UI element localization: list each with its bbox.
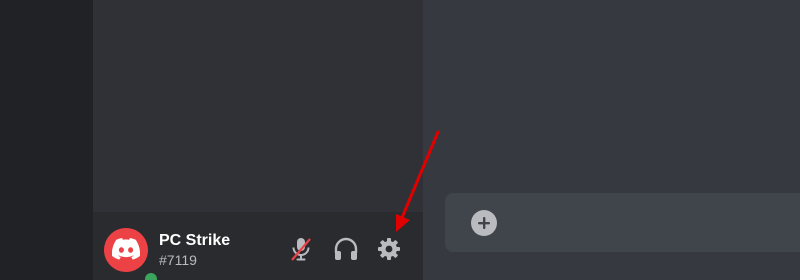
- deafen-button[interactable]: [330, 233, 362, 265]
- user-discriminator: #7119: [159, 252, 197, 268]
- server-rail: [0, 0, 93, 280]
- mute-button[interactable]: [285, 233, 317, 265]
- gear-icon: [378, 238, 400, 260]
- online-status-indicator: [142, 270, 160, 280]
- user-settings-button[interactable]: [373, 233, 405, 265]
- attach-button[interactable]: [471, 210, 497, 236]
- plus-icon: [478, 217, 490, 229]
- discord-app: PC Strike #7119: [0, 0, 800, 280]
- username[interactable]: PC Strike: [159, 232, 230, 250]
- headphones-icon: [334, 237, 358, 260]
- user-panel: PC Strike #7119: [93, 212, 423, 280]
- microphone-muted-icon: [291, 238, 311, 261]
- avatar[interactable]: [104, 228, 160, 280]
- discord-logo-icon: [112, 238, 140, 260]
- message-composer[interactable]: [445, 193, 800, 252]
